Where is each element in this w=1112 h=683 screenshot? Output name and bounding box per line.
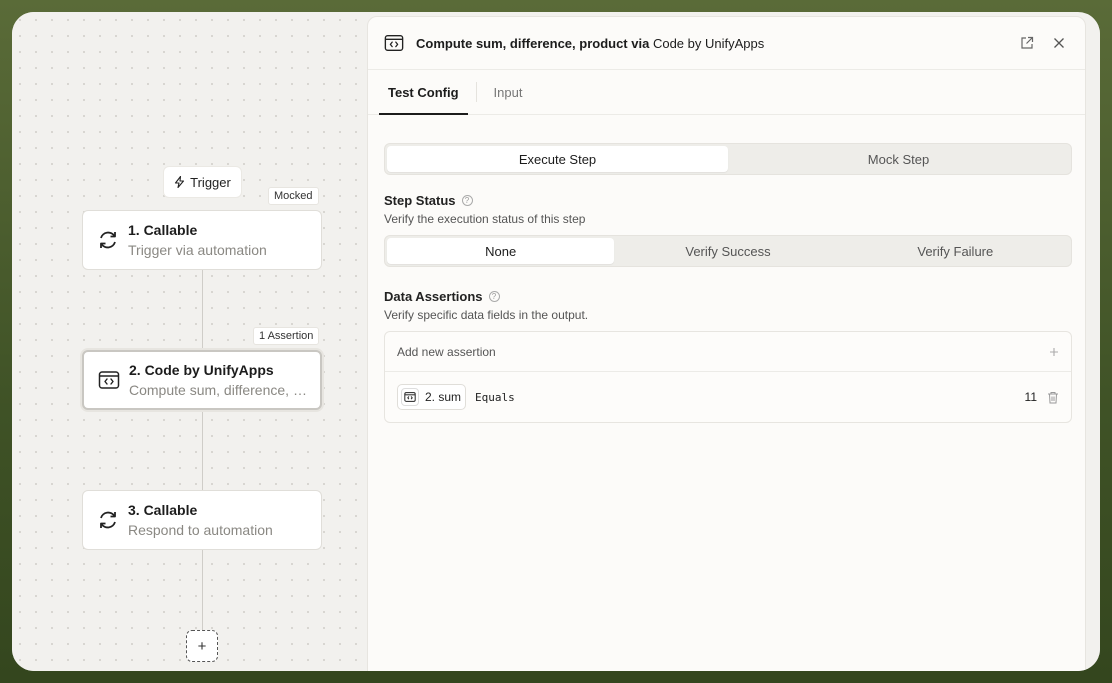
code-window-icon (401, 388, 419, 406)
tab-input[interactable]: Input (485, 70, 532, 114)
trigger-button[interactable]: Trigger (163, 166, 242, 198)
step-status-description: Verify the execution status of this step (384, 212, 586, 226)
execute-step-option[interactable]: Execute Step (387, 146, 728, 172)
panel-title: Compute sum, difference, product via Cod… (416, 36, 1005, 51)
status-verify-success-option[interactable]: Verify Success (614, 238, 841, 264)
status-none-option[interactable]: None (387, 238, 615, 264)
add-step-button[interactable]: + (186, 630, 218, 662)
open-external-button[interactable] (1017, 33, 1037, 53)
refresh-icon (96, 508, 120, 532)
tab-divider (475, 82, 477, 102)
assertion-row[interactable]: 2. sum Equals 11 (385, 372, 1071, 422)
plus-icon (1050, 347, 1058, 356)
step-status-heading: Step Status ? (384, 193, 473, 208)
close-button[interactable] (1049, 33, 1069, 53)
panel-title-text: Compute sum, difference, product via (416, 35, 650, 51)
panel-header: Compute sum, difference, product via Cod… (368, 17, 1085, 70)
assertion-badge: 1 Assertion (253, 327, 320, 345)
node-title: 3. Callable (128, 502, 198, 518)
node-title: 2. Code by UnifyApps (129, 362, 274, 378)
trigger-label: Trigger (190, 174, 231, 190)
step-config-panel: Compute sum, difference, product via Cod… (367, 16, 1086, 671)
mode-toggle: Execute Step Mock Step (384, 143, 1072, 175)
expected-value: 11 (1024, 390, 1037, 404)
connector-line (202, 550, 203, 630)
panel-tabs: Test Config Input (368, 70, 1085, 115)
node-subtitle: Trigger via automation (128, 242, 267, 258)
panel-title-app: Code by UnifyApps (652, 35, 765, 51)
mocked-badge: Mocked (268, 187, 319, 205)
trash-icon[interactable] (1047, 391, 1059, 404)
step-status-title: Step Status (384, 193, 456, 208)
workflow-canvas[interactable]: Trigger Mocked 1. Callable Trigger via a… (12, 12, 368, 671)
frame-edge (1087, 12, 1100, 671)
node-callable-trigger[interactable]: 1. Callable Trigger via automation (82, 210, 322, 270)
connector-line (202, 410, 203, 490)
data-assertions-heading: Data Assertions ? (384, 289, 500, 304)
node-subtitle: Compute sum, difference, product via Cod… (129, 382, 309, 398)
node-callable-respond[interactable]: 3. Callable Respond to automation (82, 490, 322, 550)
node-subtitle: Respond to automation (128, 522, 273, 538)
connector-line (202, 270, 203, 350)
lightning-icon (175, 176, 185, 188)
mock-step-option[interactable]: Mock Step (728, 146, 1069, 172)
tab-test-config[interactable]: Test Config (379, 70, 468, 115)
step-status-toggle: None Verify Success Verify Failure (384, 235, 1072, 267)
close-icon (1054, 38, 1064, 48)
code-window-icon (97, 368, 121, 392)
app-frame: Trigger Mocked 1. Callable Trigger via a… (12, 12, 1100, 671)
field-name: 2. sum (425, 390, 462, 404)
field-chip[interactable]: 2. sum (397, 384, 467, 410)
data-assertions-title: Data Assertions (384, 289, 483, 304)
data-assertions-description: Verify specific data fields in the outpu… (384, 308, 589, 322)
operator-label: Equals (475, 390, 515, 404)
add-assertion-row[interactable]: Add new assertion (385, 332, 1071, 372)
external-link-icon (1021, 36, 1034, 49)
plus-icon: + (197, 637, 207, 655)
help-icon[interactable]: ? (488, 291, 500, 302)
add-assertion-label: Add new assertion (397, 344, 496, 359)
node-title: 1. Callable (128, 222, 198, 238)
refresh-icon (96, 228, 120, 252)
assertions-list: Add new assertion 2. sum Equals 11 (384, 331, 1072, 423)
help-icon[interactable]: ? (461, 195, 473, 206)
code-window-icon (384, 35, 404, 51)
node-code-unifyapps[interactable]: 2. Code by UnifyApps Compute sum, differ… (82, 350, 322, 410)
status-verify-failure-option[interactable]: Verify Failure (842, 238, 1069, 264)
